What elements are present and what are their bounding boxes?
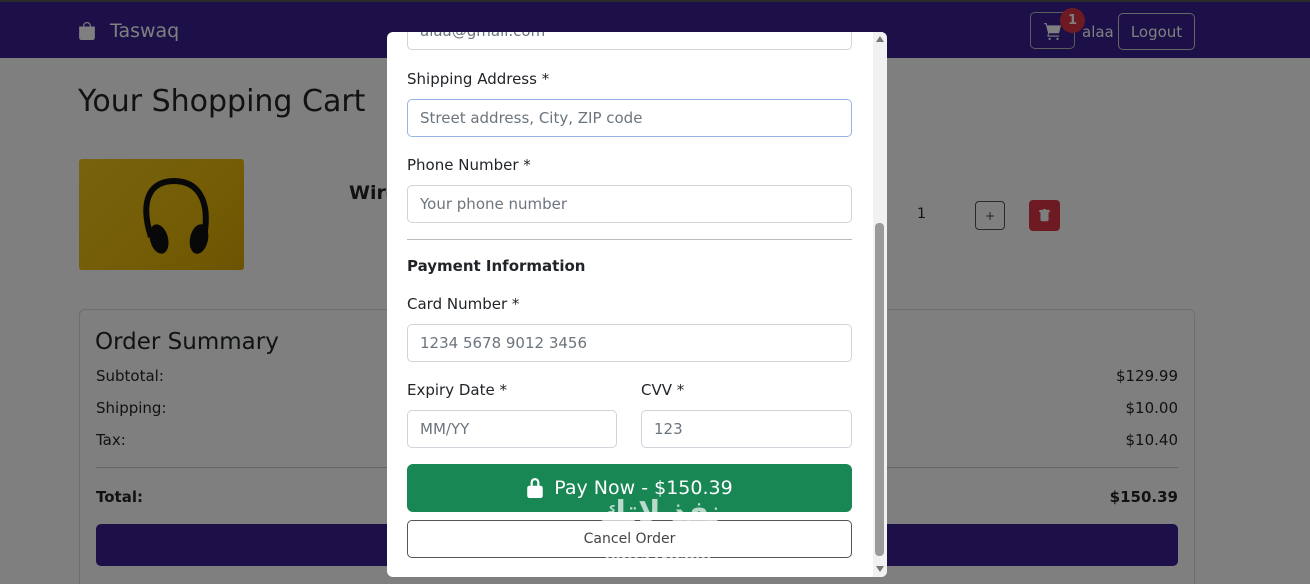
watermark-logo: نفذ لاتك — [598, 495, 722, 530]
expiry-date-input[interactable] — [407, 410, 617, 448]
cvv-label: CVV * — [641, 381, 685, 399]
card-number-label: Card Number * — [407, 295, 520, 313]
card-number-input[interactable] — [407, 324, 852, 362]
phone-number-label: Phone Number * — [407, 156, 531, 174]
scroll-down-arrow-icon[interactable] — [876, 566, 884, 572]
shipping-address-label: Shipping Address * — [407, 70, 550, 88]
scrollbar-thumb[interactable] — [875, 223, 884, 556]
expiry-date-label: Expiry Date * — [407, 381, 507, 399]
shipping-address-input[interactable] — [407, 99, 852, 137]
payment-info-heading: Payment Information — [407, 257, 586, 275]
watermark-url: nafezly.com — [604, 545, 712, 564]
cvv-input[interactable] — [641, 410, 852, 448]
form-divider — [407, 239, 852, 240]
scroll-up-arrow-icon[interactable] — [876, 36, 884, 42]
lock-icon — [527, 478, 544, 498]
email-field[interactable] — [407, 32, 852, 50]
phone-number-input[interactable] — [407, 185, 852, 223]
